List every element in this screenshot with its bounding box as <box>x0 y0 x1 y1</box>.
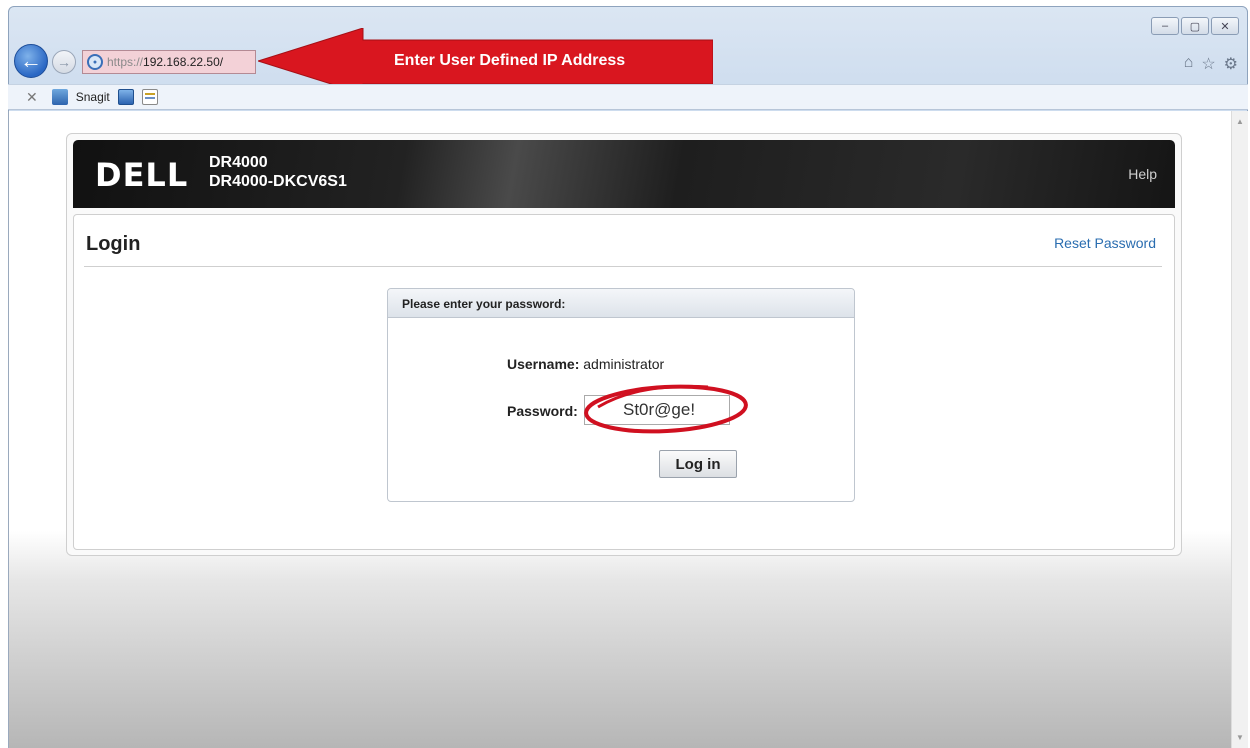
favorite-snagit[interactable]: Snagit <box>76 90 110 104</box>
close-icon[interactable]: ✕ <box>26 89 38 106</box>
url-host: 192.168.22.50/ <box>143 55 224 69</box>
reset-password-link[interactable]: Reset Password <box>1054 235 1156 251</box>
annotation-text: Enter User Defined IP Address <box>394 52 626 69</box>
vertical-scrollbar[interactable]: ▲ ▼ <box>1231 111 1248 748</box>
login-box: Please enter your password: Username: ad… <box>387 288 855 502</box>
url-scheme: https:// <box>107 55 144 69</box>
password-label: Password: <box>507 403 578 419</box>
scroll-up-icon[interactable]: ▲ <box>1236 117 1244 126</box>
app-container: DELL DR4000 DR4000-DKCV6S1 Help Login Re… <box>66 133 1182 556</box>
address-bar[interactable]: ● https:// 192.168.22.50/ <box>82 50 256 74</box>
device-name: DR4000-DKCV6S1 <box>209 173 347 190</box>
document-icon[interactable] <box>141 89 158 105</box>
blue-app-icon[interactable] <box>117 89 134 105</box>
help-link[interactable]: Help <box>1128 166 1157 182</box>
password-field[interactable]: St0r@ge! <box>584 395 730 425</box>
browser-toolbar-icons: ⌂ ☆ ⚙ <box>1184 54 1238 74</box>
window-controls: – ▢ ✕ <box>1151 17 1239 35</box>
minimize-button[interactable]: – <box>1151 17 1179 35</box>
back-button[interactable]: ← <box>14 44 48 78</box>
divider <box>84 266 1162 267</box>
star-icon[interactable]: ☆ <box>1201 54 1215 74</box>
product-name: DR4000 <box>209 154 268 171</box>
gear-icon[interactable]: ⚙ <box>1224 54 1238 74</box>
page-viewport: DELL DR4000 DR4000-DKCV6S1 Help Login Re… <box>8 111 1248 748</box>
username-value: administrator <box>583 356 665 372</box>
site-icon: ● <box>87 54 103 70</box>
forward-button[interactable]: → <box>52 50 76 74</box>
forward-arrow-icon: → <box>57 54 71 70</box>
page-title: Login <box>86 233 141 255</box>
username-row: Username: administrator <box>507 356 664 372</box>
favorites-bar: ✕ Snagit <box>8 84 1248 110</box>
login-button[interactable]: Log in <box>659 450 737 478</box>
home-icon[interactable]: ⌂ <box>1184 54 1194 74</box>
username-label: Username: <box>507 356 580 372</box>
back-arrow-icon: ← <box>20 48 42 73</box>
maximize-button[interactable]: ▢ <box>1181 17 1209 35</box>
app-header: DELL DR4000 DR4000-DKCV6S1 Help <box>73 140 1175 208</box>
login-box-header: Please enter your password: <box>388 289 854 318</box>
scroll-down-icon[interactable]: ▼ <box>1236 733 1244 742</box>
close-button[interactable]: ✕ <box>1211 17 1239 35</box>
snagit-icon <box>51 89 68 105</box>
content-panel: Login Reset Password Please enter your p… <box>73 214 1175 550</box>
dell-logo: DELL <box>95 156 189 194</box>
